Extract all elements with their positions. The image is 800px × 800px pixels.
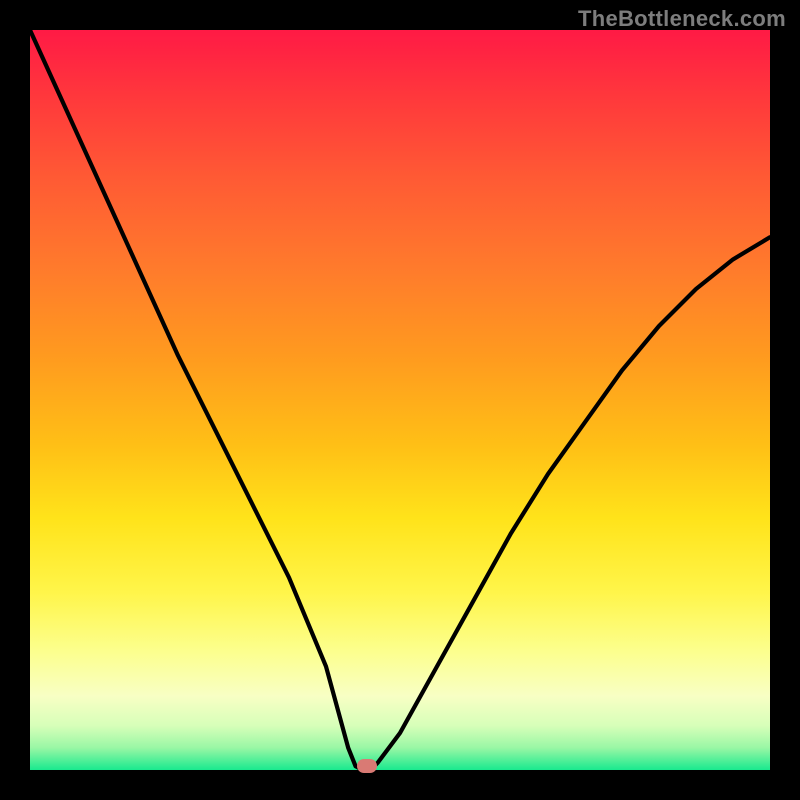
curve-svg xyxy=(30,30,770,770)
bottleneck-curve-path xyxy=(30,30,770,770)
optimal-point-marker xyxy=(357,759,377,773)
watermark-text: TheBottleneck.com xyxy=(578,6,786,32)
plot-area xyxy=(30,30,770,770)
chart-frame: TheBottleneck.com xyxy=(0,0,800,800)
